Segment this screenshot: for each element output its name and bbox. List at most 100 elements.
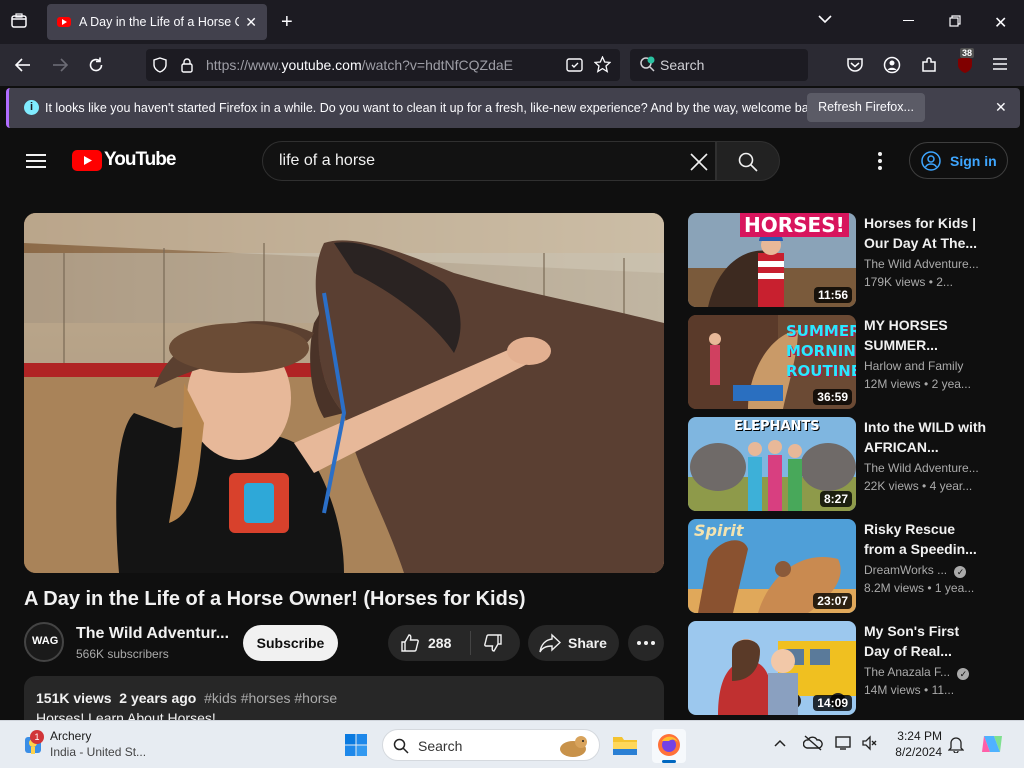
like-button[interactable]: 288 — [388, 625, 470, 661]
pocket-icon[interactable] — [846, 56, 864, 74]
subscribe-button[interactable]: Subscribe — [243, 625, 338, 661]
notification-bell-icon[interactable] — [948, 735, 964, 753]
network-icon[interactable] — [835, 735, 853, 751]
ublock-extension-icon[interactable]: 38 — [955, 48, 975, 75]
weather-icon: 1 — [22, 730, 44, 756]
recommendation-views: 12M views — [864, 377, 921, 391]
verified-check-icon: ✓ — [954, 566, 967, 578]
verified-check-icon: ✓ — [957, 668, 970, 680]
recommendation-title[interactable]: Into the WILD with AFRICAN... — [864, 417, 988, 457]
shield-icon[interactable] — [152, 57, 168, 73]
taskbar-search-box[interactable]: Search — [382, 729, 600, 761]
forward-icon[interactable] — [51, 56, 69, 74]
recommendation-channel[interactable]: Harlow and Family — [864, 359, 963, 373]
recommendation-channel[interactable]: The Wild Adventure... — [864, 257, 979, 271]
close-notification-icon[interactable]: ✕ — [995, 99, 1007, 116]
video-player[interactable] — [24, 213, 664, 573]
file-explorer-icon[interactable] — [612, 733, 638, 757]
video-thumbnail[interactable]: HORSES! 11:56 — [688, 213, 856, 307]
thumbnail-caption: HORSES! — [740, 213, 849, 237]
reload-icon[interactable] — [87, 56, 105, 74]
volume-muted-icon[interactable] — [861, 735, 877, 751]
close-tab-icon[interactable]: ✕ — [245, 14, 257, 31]
dislike-button[interactable] — [471, 625, 520, 661]
sign-in-button[interactable]: Sign in — [909, 142, 1008, 179]
share-icon — [539, 633, 561, 653]
url-prefix: https://www. — [206, 57, 282, 73]
back-icon[interactable] — [14, 56, 32, 74]
recommendation-channel[interactable]: DreamWorks ... ✓ — [864, 563, 967, 578]
url-path: /watch?v=hdtNfCQZdaE — [361, 57, 513, 73]
refresh-firefox-button[interactable]: Refresh Firefox... — [807, 93, 925, 122]
onedrive-icon[interactable] — [803, 735, 823, 751]
recommendation-item[interactable]: SUMMER MORNING ROUTINE 36:59 MY HORSES S… — [688, 315, 1008, 409]
lock-icon[interactable] — [180, 57, 194, 73]
recommendation-title[interactable]: Risky Rescue from a Speedin... — [864, 519, 988, 559]
clear-search-icon[interactable] — [690, 153, 708, 171]
tab-active[interactable]: A Day in the Life of a Horse Ow ✕ — [47, 4, 267, 40]
thumbs-up-icon — [400, 633, 420, 653]
recommendation-item[interactable]: HORSES! 11:56 Horses for Kids | Our Day … — [688, 213, 1008, 307]
youtube-logo[interactable]: YouTube — [72, 149, 176, 172]
description-box[interactable]: 151K views 2 years ago #kids #horses #ho… — [24, 676, 664, 720]
recommendation-views: 14M views — [864, 683, 921, 697]
firefox-taskbar-button[interactable] — [652, 729, 686, 763]
view-count: 151K views — [36, 690, 112, 706]
search-query: life of a horse — [279, 152, 376, 169]
share-button[interactable]: Share — [528, 625, 619, 661]
active-app-indicator — [662, 760, 676, 763]
new-tab-icon[interactable]: + — [281, 11, 293, 34]
reader-view-icon[interactable] — [566, 57, 583, 73]
recommendation-age: 2... — [936, 275, 953, 289]
taskbar-search-icon — [393, 738, 409, 754]
account-icon[interactable] — [883, 56, 901, 74]
taskbar-search-label: Search — [418, 738, 463, 754]
recommendation-title[interactable]: My Son's First Day of Real... — [864, 621, 988, 661]
subscriber-count: 566K subscribers — [76, 647, 169, 661]
more-actions-button[interactable] — [628, 625, 664, 661]
close-window-icon[interactable]: ✕ — [994, 13, 1007, 33]
menu-icon[interactable] — [992, 57, 1008, 71]
recommendation-channel[interactable]: The Anazala F... ✓ — [864, 665, 970, 680]
video-duration: 11:56 — [813, 287, 852, 303]
recommendation-views: 22K views — [864, 479, 919, 493]
recommendation-age: 2 yea... — [931, 377, 971, 391]
avatar-text: WAG — [32, 635, 59, 647]
recommendation-item[interactable]: Spirit 23:07 Risky Rescue from a Speedin… — [688, 519, 1008, 613]
guide-menu-icon[interactable] — [26, 153, 46, 169]
search-button[interactable] — [716, 141, 780, 181]
search-input[interactable]: life of a horse — [262, 141, 716, 181]
extensions-icon[interactable] — [920, 56, 938, 74]
channel-avatar[interactable]: WAG — [24, 622, 64, 662]
recommendation-title[interactable]: Horses for Kids | Our Day At The... — [864, 213, 988, 253]
recommendation-channel[interactable]: The Wild Adventure... — [864, 461, 979, 475]
browser-search-field[interactable]: Search — [630, 49, 808, 81]
copilot-icon[interactable] — [980, 732, 1004, 756]
recommendation-stats: 14M views • 11... — [864, 683, 955, 697]
clock-time: 3:24 PM — [897, 729, 942, 743]
chevron-down-icon[interactable] — [818, 14, 832, 24]
video-thumbnail[interactable]: ELEPHANTS 8:27 — [688, 417, 856, 511]
channel-name[interactable]: The Wild Adventur... — [76, 625, 229, 643]
youtube-page: YouTube life of a horse Sign in A Day in… — [0, 130, 1024, 720]
settings-more-icon[interactable] — [878, 152, 882, 170]
recommendation-title[interactable]: MY HORSES SUMMER... — [864, 315, 988, 355]
tab-list-icon[interactable] — [10, 12, 28, 30]
hashtags[interactable]: #kids #horses #horse — [204, 690, 337, 706]
recommendation-item[interactable]: 14:09 My Son's First Day of Real... The … — [688, 621, 1008, 715]
minimize-icon[interactable] — [903, 20, 914, 21]
video-thumbnail[interactable]: 14:09 — [688, 621, 856, 715]
address-bar[interactable]: https://www.youtube.com/watch?v=hdtNfCQZ… — [146, 49, 620, 81]
url-host: youtube.com — [281, 57, 362, 73]
recommendation-item[interactable]: ELEPHANTS 8:27 Into the WILD with AFRICA… — [688, 417, 1008, 511]
browser-search-placeholder: Search — [660, 57, 705, 73]
system-clock[interactable]: 3:24 PM 8/2/2024 — [880, 729, 942, 759]
restore-icon[interactable] — [949, 15, 961, 27]
windows-start-icon[interactable] — [344, 733, 368, 757]
bookmark-star-icon[interactable] — [594, 56, 611, 73]
video-thumbnail[interactable]: SUMMER MORNING ROUTINE 36:59 — [688, 315, 856, 409]
description-text: Horses! Learn About Horses! — [36, 710, 216, 720]
chevron-up-icon[interactable] — [774, 739, 786, 747]
video-thumbnail[interactable]: Spirit 23:07 — [688, 519, 856, 613]
thumbs-down-icon — [483, 633, 503, 653]
